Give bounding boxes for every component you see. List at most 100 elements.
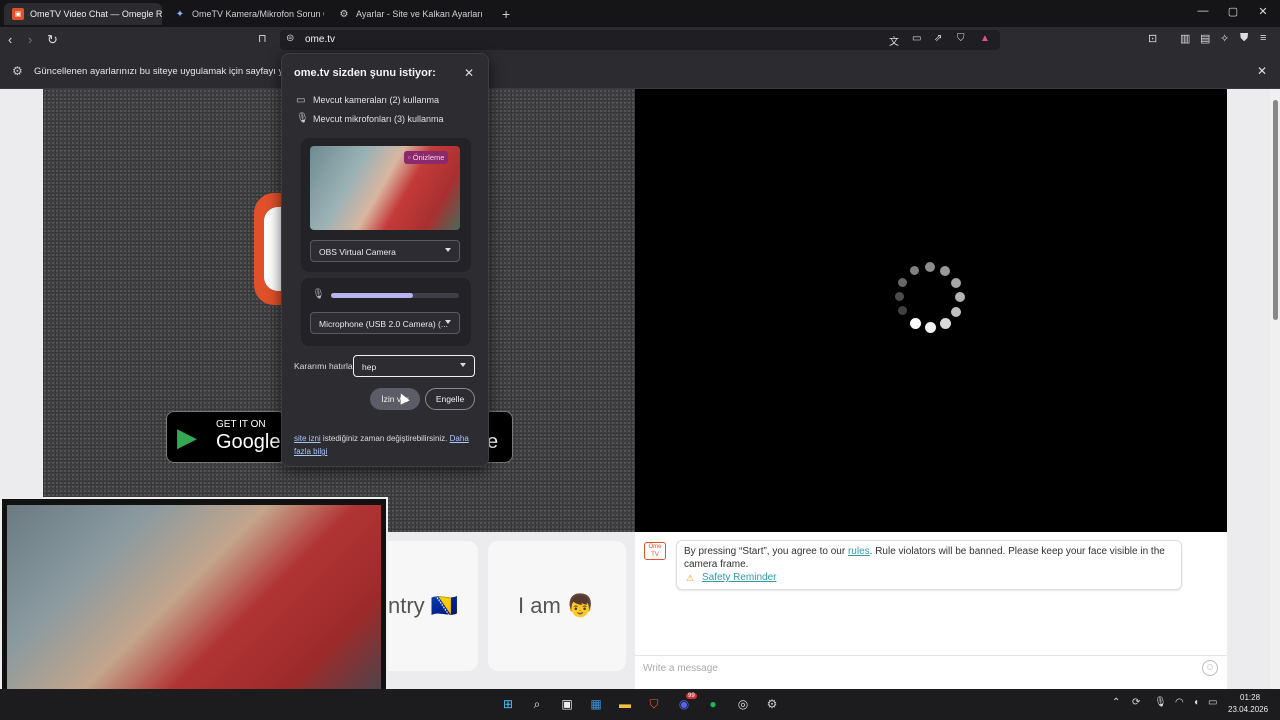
spinner-dot bbox=[925, 322, 936, 333]
restore-icon[interactable]: ▢ bbox=[1218, 5, 1248, 18]
safety-reminder-link[interactable]: Safety Reminder bbox=[702, 572, 776, 583]
site-permission-link[interactable]: site izni bbox=[294, 434, 321, 443]
tab-label: OmeTV Kamera/Mikrofon Sorun Gid bbox=[192, 9, 324, 19]
mic-request-text: Mevcut mikrofonları (3) kullanma bbox=[313, 114, 444, 124]
vpn-icon[interactable]: ⛊ bbox=[1240, 32, 1248, 45]
rewards-icon[interactable]: ▲ bbox=[980, 33, 990, 44]
permission-title: ome.tv sizden şunu istiyor: bbox=[294, 67, 436, 79]
sidebar-icon[interactable]: ▥ bbox=[1180, 32, 1190, 45]
tab-ometv[interactable]: ▣ OmeTV Video Chat — Omegle R ✕ bbox=[4, 3, 162, 25]
ometv-chat-avatar: Ome TV bbox=[644, 542, 666, 560]
share-icon[interactable]: ⇗ bbox=[934, 33, 942, 44]
message-placeholder: Write a message bbox=[643, 663, 718, 674]
emoji-icon[interactable]: ☺ bbox=[1202, 660, 1218, 676]
spotify-icon[interactable]: ● bbox=[704, 695, 722, 713]
wifi-icon[interactable]: ◠ bbox=[1175, 697, 1184, 708]
tray-mic-icon[interactable]: 🎙 bbox=[1154, 697, 1167, 708]
camera-icon: ▭ bbox=[296, 95, 306, 106]
spinner-dot bbox=[895, 292, 904, 301]
clock-date[interactable]: 23.04.2026 bbox=[1228, 705, 1268, 714]
camera-select[interactable]: OBS Virtual Camera bbox=[310, 240, 460, 262]
mic-level-icon: 🎙 bbox=[312, 289, 325, 300]
ometv-icon: ▣ bbox=[12, 8, 24, 20]
spinner-dot bbox=[910, 266, 919, 275]
permission-footer: site izni istediğiniz zaman değiştirebil… bbox=[294, 432, 479, 458]
address-bar[interactable]: ⊜ ome.tv 文 ▭ ⇗ ⛉ ▲ bbox=[280, 30, 1000, 50]
webcam-feed bbox=[7, 505, 381, 712]
block-button[interactable]: Engelle bbox=[425, 388, 475, 410]
close-popup-icon[interactable]: ✕ bbox=[464, 66, 474, 80]
minimize-icon[interactable]: — bbox=[1188, 5, 1218, 17]
remember-select[interactable]: hep bbox=[353, 355, 475, 377]
spinner-dot bbox=[955, 292, 965, 302]
spinner-dot bbox=[951, 278, 961, 288]
search-icon[interactable]: ⌕ bbox=[528, 695, 546, 713]
remember-label: Kararımı hatırla bbox=[294, 361, 353, 371]
file-explorer-icon[interactable]: ▬ bbox=[616, 695, 634, 713]
message-input[interactable] bbox=[635, 655, 1227, 681]
camera-select-value: OBS Virtual Camera bbox=[319, 247, 396, 257]
brave-icon[interactable]: ⛉ bbox=[645, 695, 663, 713]
reload-infobar: ⚙ Güncellenen ayarlarınızı bu siteye uyg… bbox=[0, 53, 1280, 89]
discord-badge: 99 bbox=[686, 693, 697, 699]
tab-settings[interactable]: ⚙ Ayarlar - Site ve Kalkan Ayarları bbox=[330, 3, 490, 25]
close-window-icon[interactable]: ✕ bbox=[1248, 5, 1278, 18]
close-infobar-icon[interactable]: ✕ bbox=[1257, 64, 1267, 78]
screenshot-icon[interactable]: ⊡ bbox=[1148, 32, 1157, 45]
remember-select-value: hep bbox=[362, 362, 377, 372]
task-view-icon[interactable]: ▣ bbox=[558, 695, 576, 713]
chevron-down-icon bbox=[445, 248, 451, 252]
store-get-text: GET IT ON bbox=[216, 419, 266, 430]
translate-icon[interactable]: 文 bbox=[889, 33, 899, 48]
forward-icon[interactable]: › bbox=[28, 32, 32, 47]
microphone-icon: 🎙 bbox=[296, 113, 309, 124]
wallet-icon[interactable]: ▤ bbox=[1200, 32, 1210, 45]
allow-button[interactable]: İzin ver bbox=[370, 388, 420, 410]
leo-icon[interactable]: ✧ bbox=[1220, 32, 1229, 45]
spinner-dot bbox=[898, 306, 907, 315]
country-filter-label: ntry 🇧🇦 bbox=[388, 593, 459, 618]
store-name-text: Google bbox=[216, 431, 281, 453]
store-icon[interactable]: ▦ bbox=[587, 695, 605, 713]
shield-icon[interactable]: ⛉ bbox=[957, 33, 965, 44]
tray-overflow-icon[interactable]: ⌃ bbox=[1112, 697, 1120, 708]
mic-select-value: Microphone (USB 2.0 Camera) (... bbox=[319, 319, 448, 329]
gear-icon: ⚙ bbox=[339, 8, 349, 20]
microphone-select[interactable]: Microphone (USB 2.0 Camera) (... bbox=[310, 312, 460, 334]
warning-icon: ⚠ bbox=[686, 573, 695, 583]
camera-request-text: Mevcut kameraları (2) kullanma bbox=[313, 95, 440, 105]
settings-app-icon[interactable]: ⚙ bbox=[763, 695, 781, 713]
address-toolbar: ‹ › ↻ ⊓ ⊜ ome.tv 文 ▭ ⇗ ⛉ ▲ ⊡ ▥ ▤ ✧ ⛊ ≡ bbox=[0, 27, 1280, 53]
site-settings-icon[interactable]: ⊜ bbox=[286, 33, 294, 44]
menu-icon[interactable]: ≡ bbox=[1260, 32, 1266, 44]
windows-start-icon[interactable]: ⊞ bbox=[499, 695, 517, 713]
sparkle-icon: ✦ bbox=[175, 8, 185, 20]
windows-taskbar bbox=[0, 689, 1280, 720]
spinner-dot bbox=[951, 307, 961, 317]
volume-icon[interactable]: ◖ bbox=[1193, 697, 1199, 708]
spinner-dot bbox=[898, 278, 907, 287]
mic-level-bar bbox=[331, 293, 413, 298]
bookmark-icon[interactable]: ⊓ bbox=[258, 32, 267, 45]
battery-icon[interactable]: ▭ bbox=[1208, 697, 1217, 708]
rules-link[interactable]: rules bbox=[848, 546, 870, 557]
chat-system-text: By pressing “Start”, you agree to our ru… bbox=[684, 545, 1179, 571]
chevron-down-icon bbox=[460, 363, 466, 367]
obs-icon[interactable]: ◎ bbox=[734, 695, 752, 713]
reload-icon[interactable]: ↻ bbox=[47, 32, 58, 48]
cast-icon[interactable]: ▭ bbox=[912, 33, 921, 44]
tab-camera-help[interactable]: ✦ OmeTV Kamera/Mikrofon Sorun Gid bbox=[166, 3, 324, 25]
tab-label: Ayarlar - Site ve Kalkan Ayarları bbox=[356, 9, 483, 19]
settings-icon: ⚙ bbox=[12, 64, 23, 78]
tab-label: OmeTV Video Chat — Omegle R bbox=[30, 9, 162, 19]
chat-prefix: By pressing “Start”, you agree to our bbox=[684, 546, 848, 557]
url-text: ome.tv bbox=[305, 34, 336, 45]
back-icon[interactable]: ‹ bbox=[8, 32, 12, 47]
chevron-down-icon bbox=[445, 320, 451, 324]
scrollbar-thumb[interactable] bbox=[1273, 100, 1278, 320]
footer-text: istediğiniz zaman değiştirebilirsiniz. bbox=[320, 434, 450, 443]
new-tab-button[interactable]: + bbox=[494, 3, 516, 25]
sync-icon[interactable]: ⟳ bbox=[1132, 697, 1140, 708]
clock-time[interactable]: 01:28 bbox=[1240, 693, 1260, 702]
spinner-dot bbox=[940, 266, 950, 276]
